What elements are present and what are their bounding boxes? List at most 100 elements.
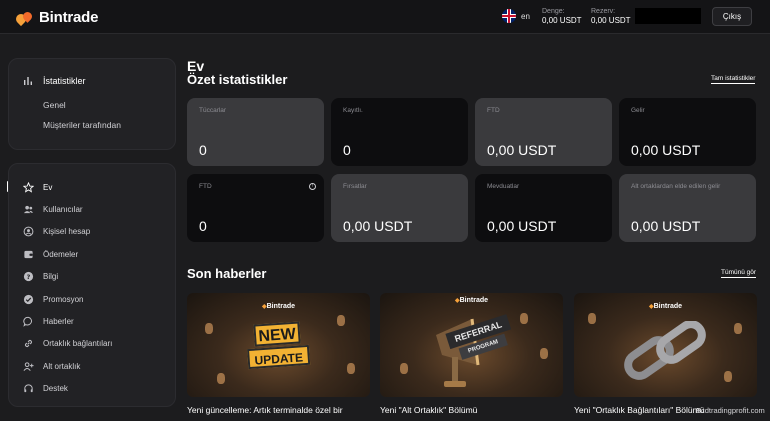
add-user-icon [22, 360, 34, 372]
bintrade-logo-icon [13, 9, 34, 26]
news-card-update[interactable]: Bintrade NEW UPDATE [187, 293, 370, 397]
main-navigation: Ev Kullanıcılar Kişisel hesap Ödemeler ?… [8, 163, 176, 407]
reserve-label: Rezerv: [591, 8, 616, 15]
stat-value: 0,00 USDT [343, 218, 413, 234]
stat-label: Tüccarlar [199, 107, 227, 114]
reserve-display: Rezerv: 0,00 USDT [591, 8, 631, 25]
nav-item-users[interactable]: Kullanıcılar [9, 199, 175, 219]
stat-card-ftd-count: FTD ! 0 [187, 174, 324, 242]
statistics-panel: İstatistikler Genel Müşteriler tarafında… [8, 58, 176, 150]
nav-item-ev[interactable]: Ev [9, 177, 175, 197]
info-icon[interactable]: ! [309, 183, 316, 190]
stat-label: Alt ortaklardan elde edilen gelir [631, 183, 721, 190]
statistics-title: İstatistikler [43, 76, 86, 86]
news-brand-logo: Bintrade [187, 303, 370, 310]
stat-card-deposits: Mevduatlar 0,00 USDT [475, 174, 612, 242]
uk-flag-icon [502, 9, 516, 23]
news-title[interactable]: Yeni "Ortaklık Bağlantıları" Bölümü [574, 405, 704, 415]
stat-value: 0 [199, 142, 207, 158]
news-brand-logo: Bintrade [380, 297, 563, 304]
balance-display: Denge: 0,00 USDT [542, 8, 582, 25]
svg-text:?: ? [26, 272, 30, 280]
nav-label: Haberler [43, 316, 74, 326]
summary-title: Özet istatistikler [187, 72, 288, 87]
stat-label: FTD [199, 183, 212, 190]
stat-label: Gelir [631, 107, 645, 114]
nav-label: Alt ortaklık [43, 361, 81, 371]
coin-decoration [588, 313, 596, 324]
stat-card-income: Gelir 0,00 USDT [619, 98, 756, 166]
nav-item-sub-affiliate[interactable]: Alt ortaklık [9, 356, 175, 376]
see-all-news-link[interactable]: Tümünü gör [721, 269, 757, 278]
stat-value: 0 [199, 218, 207, 234]
language-label: en [521, 11, 530, 21]
nav-label: Kişisel hesap [43, 226, 91, 236]
nav-label: Destek [43, 383, 68, 393]
stat-value: 0 [343, 142, 351, 158]
news-brand-logo: Bintrade [574, 303, 757, 310]
star-icon [22, 181, 34, 193]
coin-decoration [217, 373, 225, 384]
stat-label: Fırsatlar [343, 183, 367, 190]
nav-item-account[interactable]: Kişisel hesap [9, 221, 175, 241]
coin-decoration [734, 323, 742, 334]
balance-label: Denge: [542, 8, 565, 15]
top-bar: Bintrade en Denge: 0,00 USDT Rezerv: 0,0… [0, 0, 770, 34]
redacted-account-box [635, 8, 701, 24]
chain-link-icon [624, 321, 706, 380]
nav-item-affiliate-links[interactable]: Ortaklık bağlantıları [9, 333, 175, 353]
stat-value: 0,00 USDT [631, 142, 701, 158]
nav-label: Promosyon [43, 294, 84, 304]
reserve-value: 0,00 USDT [591, 16, 631, 25]
nav-item-promotion[interactable]: Promosyon [9, 289, 175, 309]
stats-by-clients-link[interactable]: Müşteriler tarafından [43, 120, 121, 130]
news-section-title: Son haberler [187, 266, 267, 281]
stat-value: 0,00 USDT [487, 218, 557, 234]
account-icon [22, 225, 34, 237]
nav-label: Ev [43, 182, 53, 192]
coin-decoration [205, 323, 213, 334]
new-update-graphic: NEW UPDATE [245, 321, 311, 375]
art-text-top: NEW [253, 321, 301, 347]
promo-icon [22, 293, 34, 305]
news-card-referral[interactable]: Bintrade REFERRAL PROGRAM [380, 293, 563, 397]
nav-item-payments[interactable]: Ödemeler [9, 244, 175, 264]
stat-card-registered: Kayıtlı. 0 [331, 98, 468, 166]
nav-label: Kullanıcılar [43, 204, 83, 214]
stat-card-subaffiliate-income: Alt ortaklardan elde edilen gelir 0,00 U… [619, 174, 756, 242]
link-icon [22, 337, 34, 349]
watermark-text: Bcdtradingprofit.com [696, 406, 765, 415]
brand-logo[interactable]: Bintrade [13, 9, 99, 26]
nav-item-support[interactable]: Destek [9, 378, 175, 398]
logout-button[interactable]: Çıkış [712, 7, 752, 26]
nav-label: Bilgi [43, 271, 59, 281]
nav-item-info[interactable]: ? Bilgi [9, 266, 175, 286]
news-card-links[interactable]: Bintrade [574, 293, 757, 397]
coin-decoration [400, 363, 408, 374]
chat-icon [22, 315, 34, 327]
coin-decoration [520, 313, 528, 324]
nav-label: Ortaklık bağlantıları [43, 338, 113, 348]
info-icon: ? [22, 270, 34, 282]
headset-icon [22, 382, 34, 394]
coin-decoration [540, 348, 548, 359]
language-switcher[interactable]: en [502, 9, 530, 23]
balance-value: 0,00 USDT [542, 16, 582, 25]
bar-chart-icon [24, 77, 32, 85]
stats-general-link[interactable]: Genel [43, 100, 66, 110]
brand-name: Bintrade [39, 9, 99, 26]
stat-label: Mevduatlar [487, 183, 520, 190]
nav-item-news[interactable]: Haberler [9, 311, 175, 331]
coin-decoration [337, 315, 345, 326]
users-icon [22, 203, 34, 215]
art-text-bottom: UPDATE [247, 344, 311, 370]
news-title[interactable]: Yeni "Alt Ortaklık" Bölümü [380, 405, 477, 415]
news-title[interactable]: Yeni güncelleme: Artık terminalde özel b… [187, 405, 343, 415]
full-statistics-link[interactable]: Tam istatistikler [711, 75, 756, 84]
nav-label: Ödemeler [43, 249, 79, 259]
statistics-menu-header[interactable]: İstatistikler [23, 76, 86, 86]
stat-card-traders: Tüccarlar 0 [187, 98, 324, 166]
stat-value: 0,00 USDT [487, 142, 557, 158]
stat-label: FTD [487, 107, 500, 114]
coin-decoration [724, 371, 732, 382]
